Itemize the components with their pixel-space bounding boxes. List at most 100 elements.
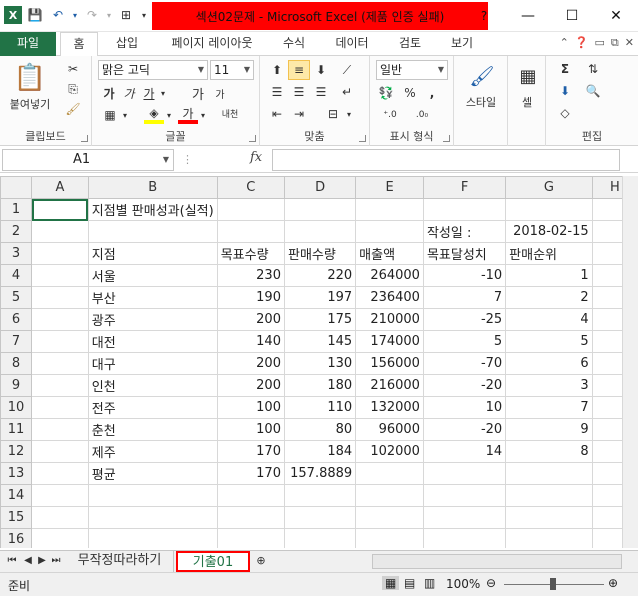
cell[interactable]: 지점 bbox=[87, 242, 218, 265]
borders-icon[interactable]: ⊞ bbox=[116, 5, 136, 25]
cell[interactable]: 광주 bbox=[87, 308, 218, 331]
cell[interactable]: 5 bbox=[505, 330, 593, 353]
cell[interactable] bbox=[31, 462, 89, 485]
align-middle-icon[interactable]: ≡ bbox=[288, 60, 310, 80]
tab-file[interactable]: 파일 bbox=[0, 32, 56, 56]
find-select-icon[interactable]: 🔍 bbox=[582, 82, 604, 100]
wrap-text-icon[interactable]: ↵ bbox=[336, 82, 358, 102]
underline-button[interactable]: 가 bbox=[140, 84, 158, 102]
column-header-f[interactable]: F bbox=[422, 176, 507, 199]
zoom-in-icon[interactable]: ⊕ bbox=[608, 576, 618, 590]
cell[interactable]: 130 bbox=[283, 352, 357, 375]
cell[interactable]: 전주 bbox=[87, 396, 218, 419]
cell[interactable]: 매출액 bbox=[355, 242, 424, 265]
border-dropdown-icon[interactable]: ▾ bbox=[120, 106, 130, 124]
cell[interactable]: 5 bbox=[422, 330, 507, 353]
clipboard-launcher-icon[interactable] bbox=[81, 135, 88, 142]
row-header[interactable]: 1 bbox=[0, 198, 33, 221]
tab-insert[interactable]: 삽입 bbox=[106, 32, 148, 56]
cell[interactable] bbox=[422, 462, 507, 485]
cell[interactable]: 목표수량 bbox=[216, 242, 285, 265]
cell[interactable]: 작성일 : bbox=[422, 220, 507, 243]
cell[interactable]: 110 bbox=[283, 396, 357, 419]
formula-input[interactable] bbox=[272, 149, 620, 171]
sheet-tab-1[interactable]: 무작정따라하기 bbox=[66, 551, 174, 572]
styles-icon[interactable]: 🖌 bbox=[468, 62, 496, 90]
cell[interactable] bbox=[355, 462, 424, 485]
zoom-slider-thumb[interactable] bbox=[550, 578, 556, 590]
workbook-minimize-icon[interactable]: ▭ bbox=[595, 36, 605, 50]
maximize-button[interactable]: ☐ bbox=[550, 0, 594, 32]
row-header[interactable]: 12 bbox=[0, 440, 33, 463]
sort-filter-icon[interactable]: ⇅ bbox=[582, 60, 604, 78]
cell[interactable]: 2 bbox=[505, 286, 593, 309]
redo-icon[interactable]: ↷ bbox=[82, 5, 102, 25]
fill-color-icon[interactable]: ◈ bbox=[144, 106, 164, 124]
column-header-d[interactable]: D bbox=[283, 176, 357, 199]
grow-font-button[interactable]: 가 bbox=[188, 84, 208, 103]
cell[interactable]: 180 bbox=[283, 374, 357, 397]
cell[interactable] bbox=[505, 484, 593, 507]
row-header[interactable]: 7 bbox=[0, 330, 33, 353]
cell[interactable]: 200 bbox=[216, 308, 285, 331]
cell[interactable] bbox=[31, 352, 89, 375]
cell[interactable] bbox=[355, 220, 424, 243]
cell[interactable] bbox=[283, 220, 357, 243]
cell[interactable] bbox=[355, 198, 424, 221]
cell[interactable]: 평균 bbox=[87, 462, 218, 485]
cell[interactable]: 4 bbox=[505, 308, 593, 331]
undo-dropdown-icon[interactable]: ▾ bbox=[71, 5, 79, 25]
row-header[interactable]: 9 bbox=[0, 374, 33, 397]
cell[interactable]: -70 bbox=[422, 352, 507, 375]
zoom-level[interactable]: 100% bbox=[446, 577, 480, 591]
cell[interactable]: 132000 bbox=[355, 396, 424, 419]
format-painter-icon[interactable]: 🖌 bbox=[62, 100, 84, 118]
cell[interactable]: 220 bbox=[283, 264, 357, 287]
cell[interactable] bbox=[31, 198, 89, 221]
cell[interactable] bbox=[31, 286, 89, 309]
cell[interactable]: -25 bbox=[422, 308, 507, 331]
cell[interactable] bbox=[87, 220, 218, 243]
cell[interactable]: 서울 bbox=[87, 264, 218, 287]
horizontal-scrollbar[interactable] bbox=[372, 554, 622, 569]
tab-data[interactable]: 데이터 bbox=[326, 32, 378, 56]
cell[interactable]: 216000 bbox=[355, 374, 424, 397]
cell[interactable]: 10 bbox=[422, 396, 507, 419]
number-format-combo[interactable]: 일반 ▼ bbox=[376, 60, 448, 80]
accounting-icon[interactable]: 💱 bbox=[376, 84, 396, 102]
cell[interactable] bbox=[505, 198, 593, 221]
row-header[interactable]: 16 bbox=[0, 528, 33, 548]
font-launcher-icon[interactable] bbox=[249, 135, 256, 142]
cell[interactable]: 102000 bbox=[355, 440, 424, 463]
cell[interactable] bbox=[216, 484, 285, 507]
merge-center-icon[interactable]: ⊟ bbox=[322, 104, 344, 124]
cell[interactable]: 7 bbox=[422, 286, 507, 309]
cell[interactable]: 대구 bbox=[87, 352, 218, 375]
sheet-tab-2-active[interactable]: 기출01 bbox=[176, 551, 250, 572]
cell[interactable]: 184 bbox=[283, 440, 357, 463]
styles-button[interactable]: 스타일 bbox=[456, 94, 506, 110]
row-header[interactable]: 15 bbox=[0, 506, 33, 529]
cell[interactable] bbox=[505, 506, 593, 529]
decrease-indent-icon[interactable]: ⇤ bbox=[266, 104, 288, 124]
row-header[interactable]: 6 bbox=[0, 308, 33, 331]
align-left-icon[interactable]: ☰ bbox=[266, 82, 288, 102]
cell[interactable]: 170 bbox=[216, 440, 285, 463]
cell[interactable] bbox=[216, 528, 285, 548]
italic-button[interactable]: 가 bbox=[120, 84, 138, 102]
name-box[interactable]: A1 ▼ bbox=[2, 149, 174, 171]
cell[interactable]: 145 bbox=[283, 330, 357, 353]
cell[interactable]: 200 bbox=[216, 352, 285, 375]
row-header[interactable]: 8 bbox=[0, 352, 33, 375]
cell[interactable]: 8 bbox=[505, 440, 593, 463]
cell[interactable] bbox=[31, 330, 89, 353]
row-header[interactable]: 11 bbox=[0, 418, 33, 441]
vertical-scrollbar[interactable] bbox=[622, 176, 638, 548]
align-bottom-icon[interactable]: ⬇ bbox=[310, 60, 332, 80]
copy-icon[interactable]: ⎘ bbox=[62, 80, 84, 98]
prev-sheet-icon[interactable]: ◀ bbox=[22, 551, 34, 572]
cell[interactable] bbox=[31, 528, 89, 548]
cell[interactable] bbox=[283, 198, 357, 221]
formula-bar-handle-icon[interactable]: ⋮ bbox=[182, 153, 193, 166]
cell[interactable] bbox=[31, 440, 89, 463]
